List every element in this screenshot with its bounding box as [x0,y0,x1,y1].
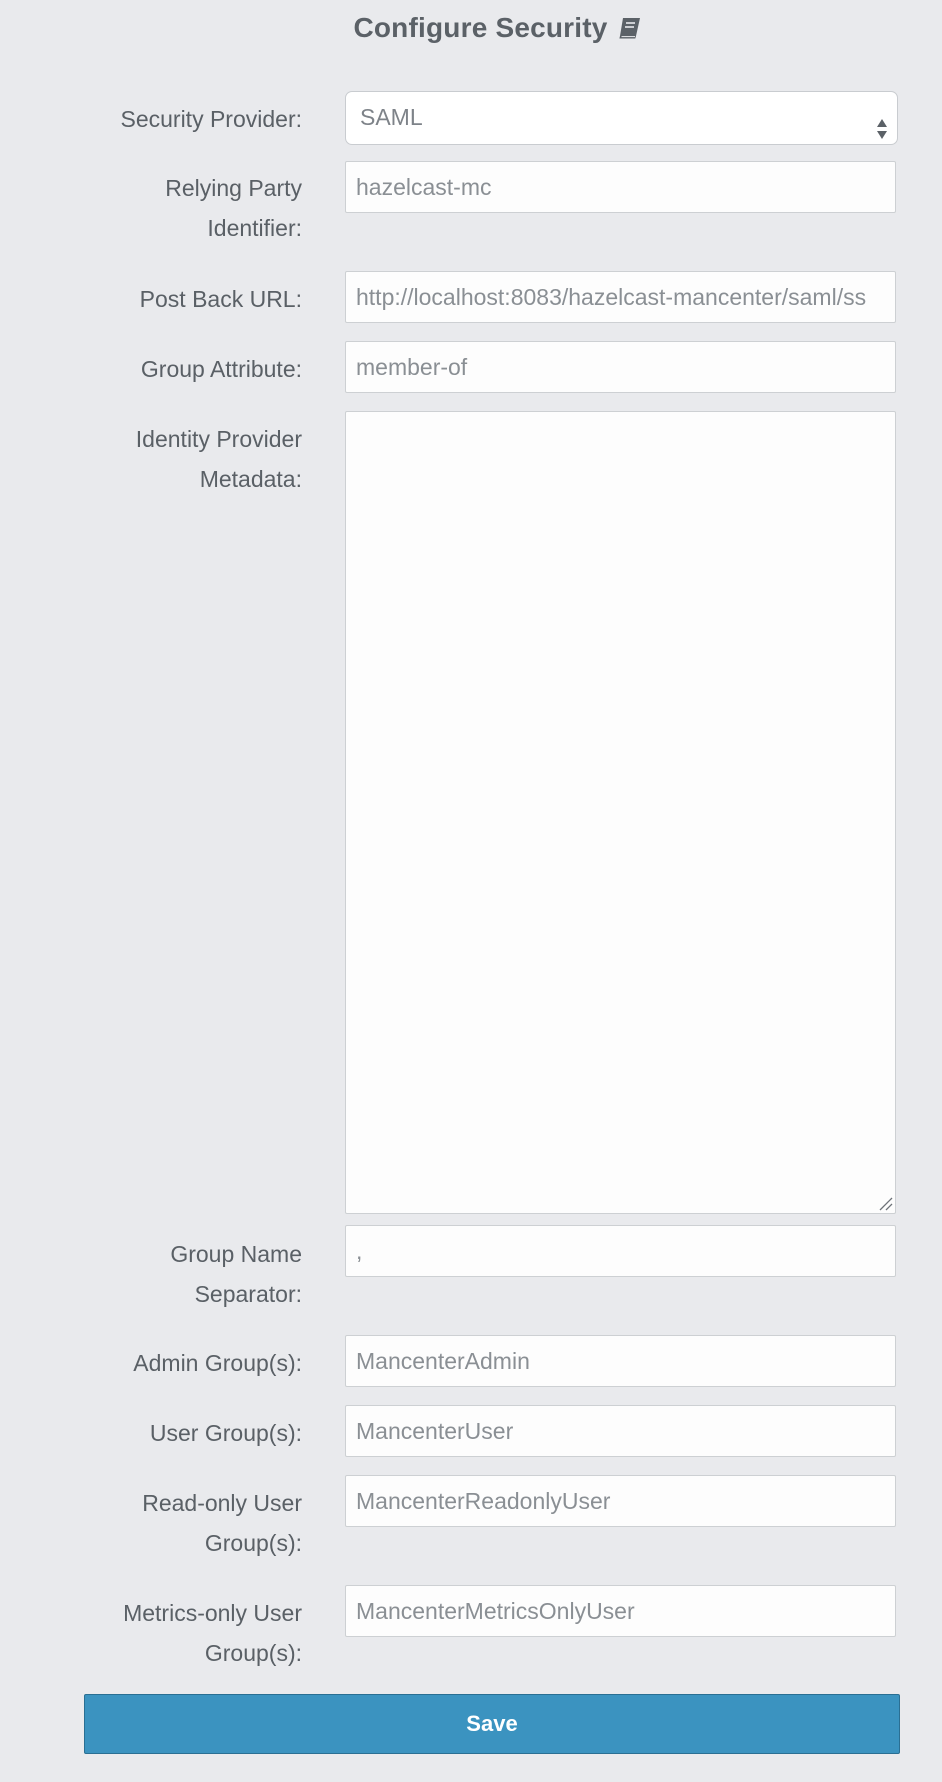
book-icon[interactable] [618,14,642,39]
admin-groups-input[interactable] [345,1335,896,1387]
relying-party-label: Relying Party Identifier: [165,168,302,248]
metrics-groups-label-line1: Metrics-only User [123,1600,302,1626]
relying-party-label-line1: Relying Party [165,175,302,201]
metrics-groups-label-line2: Group(s): [204,1640,302,1666]
resize-handle-icon[interactable] [877,1195,893,1211]
page-title: Configure Security [0,12,942,44]
metrics-groups-label: Metrics-only User Group(s): [123,1593,302,1673]
post-back-url-label: Post Back URL: [139,286,302,312]
security-provider-value: SAML [360,104,423,130]
readonly-groups-label-line2: Group(s): [204,1530,302,1556]
group-name-separator-label-line1: Group Name [170,1241,302,1267]
security-provider-label: Security Provider: [120,106,302,132]
idp-metadata-label: Identity Provider Metadata: [136,419,302,499]
readonly-groups-label-line1: Read-only User [142,1490,302,1516]
page-title-text: Configure Security [353,12,608,43]
group-name-separator-input[interactable] [345,1225,896,1277]
group-name-separator-label-line2: Separator: [194,1281,302,1307]
security-provider-select[interactable]: SAML [345,91,898,145]
select-arrows-icon [876,107,888,139]
save-button[interactable]: Save [84,1694,900,1754]
idp-metadata-label-line2: Metadata: [199,466,302,492]
group-name-separator-label: Group Name Separator: [170,1234,302,1314]
readonly-groups-label: Read-only User Group(s): [142,1483,302,1563]
group-attribute-label: Group Attribute: [140,356,302,382]
post-back-url-input[interactable] [345,271,896,323]
idp-metadata-textarea[interactable] [345,411,896,1214]
metrics-groups-input[interactable] [345,1585,896,1637]
relying-party-input[interactable] [345,161,896,213]
idp-metadata-label-line1: Identity Provider [135,426,302,452]
readonly-groups-input[interactable] [345,1475,896,1527]
user-groups-label: User Group(s): [149,1420,302,1446]
group-attribute-input[interactable] [345,341,896,393]
user-groups-input[interactable] [345,1405,896,1457]
admin-groups-label: Admin Group(s): [133,1350,302,1376]
relying-party-label-line2: Identifier: [207,215,302,241]
